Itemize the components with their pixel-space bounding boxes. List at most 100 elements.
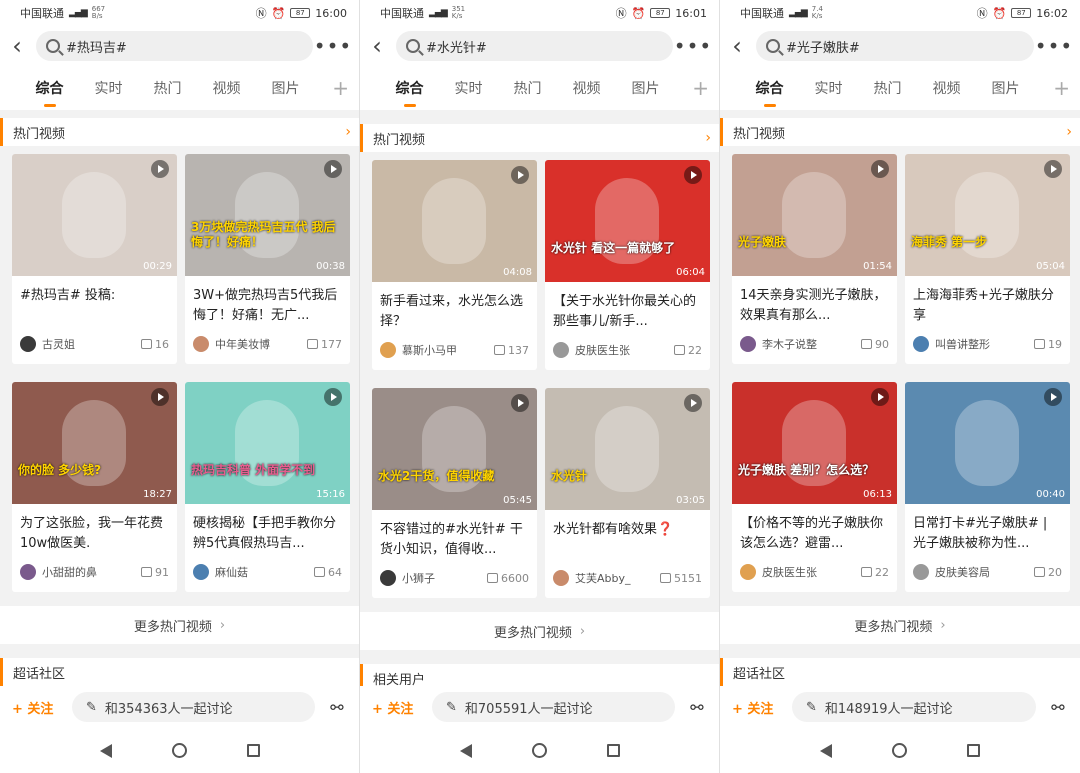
discuss-input[interactable]: ✎ 和705591人一起讨论: [432, 692, 675, 722]
back-arrow-icon[interactable]: ‹: [6, 26, 28, 66]
tab-1[interactable]: 实时: [799, 78, 858, 98]
next-section-header[interactable]: 超话社区: [0, 658, 359, 686]
hot-videos-header[interactable]: 热门视频 ›: [360, 124, 719, 152]
tab-2[interactable]: 热门: [498, 78, 557, 98]
video-title[interactable]: 14天亲身实测光子嫩肤，效果真有那么...: [732, 276, 897, 328]
video-thumbnail[interactable]: 00:29: [12, 154, 177, 276]
tab-4[interactable]: 图片: [256, 78, 315, 98]
back-nav-icon[interactable]: [459, 743, 472, 758]
video-title[interactable]: 硬核揭秘【手把手教你分辨5代真假热玛吉...: [185, 504, 350, 556]
avatar[interactable]: [193, 336, 209, 352]
author-name[interactable]: 慕斯小马甲: [402, 342, 457, 358]
more-hot-videos-button[interactable]: 更多热门视频 ›: [720, 606, 1080, 644]
video-title[interactable]: 【关于水光针你最关心的那些事儿/新手...: [545, 282, 710, 334]
tab-3[interactable]: 视频: [557, 78, 616, 98]
video-card[interactable]: 00:40 日常打卡#光子嫩肤# | 光子嫩肤被称为性... 皮肤美容局 20: [905, 382, 1070, 592]
tab-4[interactable]: 图片: [616, 78, 675, 98]
video-title[interactable]: 上海海菲秀+光子嫩肤分享: [905, 276, 1070, 328]
video-card[interactable]: 水光2干货，值得收藏 05:45 不容错过的#水光针# 干货小知识，值得收...…: [372, 388, 537, 598]
like-count[interactable]: 6600: [487, 572, 529, 585]
discuss-input[interactable]: ✎ 和354363人一起讨论: [72, 692, 315, 722]
video-card[interactable]: 海菲秀 第一步 05:04 上海海菲秀+光子嫩肤分享 叫兽讲整形 19: [905, 154, 1070, 364]
add-tab-icon[interactable]: +: [332, 76, 349, 100]
like-count[interactable]: 16: [141, 338, 169, 351]
back-nav-icon[interactable]: [820, 743, 832, 758]
video-thumbnail[interactable]: 热玛吉科普 外面学不到 15:16: [185, 382, 350, 504]
video-card[interactable]: 04:08 新手看过来，水光怎么选择？ 慕斯小马甲 137: [372, 160, 537, 370]
recents-nav-icon[interactable]: [967, 744, 980, 757]
video-card[interactable]: 00:29 #热玛吉# 投稿: 古灵姐 16: [12, 154, 177, 364]
tab-3[interactable]: 视频: [197, 78, 256, 98]
tab-3[interactable]: 视频: [917, 78, 976, 98]
avatar[interactable]: [193, 564, 209, 580]
hot-videos-header[interactable]: 热门视频 ›: [720, 118, 1080, 146]
like-count[interactable]: 22: [674, 344, 702, 357]
tab-0[interactable]: 综合: [20, 78, 79, 107]
video-title[interactable]: 【价格不等的光子嫩肤你该怎么选？避雷...: [732, 504, 897, 556]
recents-nav-icon[interactable]: [606, 744, 620, 757]
author-name[interactable]: 麻仙菇: [215, 564, 248, 580]
home-nav-icon[interactable]: [171, 743, 187, 758]
tab-1[interactable]: 实时: [79, 78, 138, 98]
video-card[interactable]: 水光针 03:05 水光针都有啥效果❓ 艾芙Abby_ 5151: [545, 388, 710, 598]
tab-1[interactable]: 实时: [439, 78, 498, 98]
follow-button[interactable]: + 关注: [372, 698, 432, 717]
video-card[interactable]: 你的脸 多少钱? 18:27 为了这张脸，我一年花费10w做医美. 小甜甜的鼻 …: [12, 382, 177, 592]
author-name[interactable]: 皮肤医生张: [762, 564, 817, 580]
video-thumbnail[interactable]: 光子嫩肤 差别？怎么选？ 06:13: [732, 382, 897, 504]
back-nav-icon[interactable]: [99, 743, 112, 758]
video-card[interactable]: 3万块做完热玛吉五代 我后悔了！好痛！ 00:38 3W+做完热玛吉5代我后悔了…: [185, 154, 350, 364]
add-tab-icon[interactable]: +: [692, 76, 709, 100]
like-count[interactable]: 90: [861, 338, 889, 351]
follow-button[interactable]: + 关注: [12, 698, 72, 717]
author-name[interactable]: 叫兽讲整形: [935, 336, 990, 352]
avatar[interactable]: [20, 564, 36, 580]
video-thumbnail[interactable]: 水光针 看这一篇就够了 06:04: [545, 160, 710, 282]
back-arrow-icon[interactable]: ‹: [366, 26, 388, 66]
more-options-icon[interactable]: •••: [1034, 34, 1074, 58]
like-count[interactable]: 22: [861, 566, 889, 579]
more-hot-videos-button[interactable]: 更多热门视频 ›: [360, 612, 719, 650]
video-title[interactable]: 为了这张脸，我一年花费10w做医美.: [12, 504, 177, 556]
video-thumbnail[interactable]: 水光针 03:05: [545, 388, 710, 510]
avatar[interactable]: [553, 570, 569, 586]
share-icon[interactable]: ⚯: [1044, 698, 1072, 717]
video-thumbnail[interactable]: 3万块做完热玛吉五代 我后悔了！好痛！ 00:38: [185, 154, 350, 276]
add-tab-icon[interactable]: +: [1053, 76, 1070, 100]
author-name[interactable]: 小狮子: [402, 570, 435, 586]
author-name[interactable]: 皮肤美容局: [935, 564, 990, 580]
author-name[interactable]: 古灵姐: [42, 336, 75, 352]
more-options-icon[interactable]: •••: [673, 34, 713, 58]
more-options-icon[interactable]: •••: [313, 34, 353, 58]
like-count[interactable]: 137: [494, 344, 529, 357]
like-count[interactable]: 5151: [660, 572, 702, 585]
recents-nav-icon[interactable]: [246, 744, 260, 757]
author-name[interactable]: 小甜甜的鼻: [42, 564, 97, 580]
like-count[interactable]: 19: [1034, 338, 1062, 351]
tab-0[interactable]: 综合: [380, 78, 439, 107]
video-card[interactable]: 光子嫩肤 差别？怎么选？ 06:13 【价格不等的光子嫩肤你该怎么选？避雷...…: [732, 382, 897, 592]
avatar[interactable]: [740, 564, 756, 580]
like-count[interactable]: 20: [1034, 566, 1062, 579]
video-thumbnail[interactable]: 水光2干货，值得收藏 05:45: [372, 388, 537, 510]
author-name[interactable]: 艾芙Abby_: [575, 570, 631, 586]
like-count[interactable]: 91: [141, 566, 169, 579]
search-input[interactable]: #水光针#: [396, 31, 673, 61]
author-name[interactable]: 皮肤医生张: [575, 342, 630, 358]
like-count[interactable]: 177: [307, 338, 342, 351]
like-count[interactable]: 64: [314, 566, 342, 579]
back-arrow-icon[interactable]: ‹: [726, 26, 748, 66]
avatar[interactable]: [913, 336, 929, 352]
video-card[interactable]: 水光针 看这一篇就够了 06:04 【关于水光针你最关心的那些事儿/新手... …: [545, 160, 710, 370]
video-thumbnail[interactable]: 你的脸 多少钱? 18:27: [12, 382, 177, 504]
avatar[interactable]: [553, 342, 569, 358]
video-title[interactable]: 不容错过的#水光针# 干货小知识，值得收...: [372, 510, 537, 562]
avatar[interactable]: [913, 564, 929, 580]
tab-2[interactable]: 热门: [138, 78, 197, 98]
avatar[interactable]: [20, 336, 36, 352]
video-thumbnail[interactable]: 光子嫩肤 01:54: [732, 154, 897, 276]
video-title[interactable]: 日常打卡#光子嫩肤# | 光子嫩肤被称为性...: [905, 504, 1070, 556]
video-title[interactable]: #热玛吉# 投稿:: [12, 276, 177, 328]
avatar[interactable]: [740, 336, 756, 352]
video-thumbnail[interactable]: 海菲秀 第一步 05:04: [905, 154, 1070, 276]
